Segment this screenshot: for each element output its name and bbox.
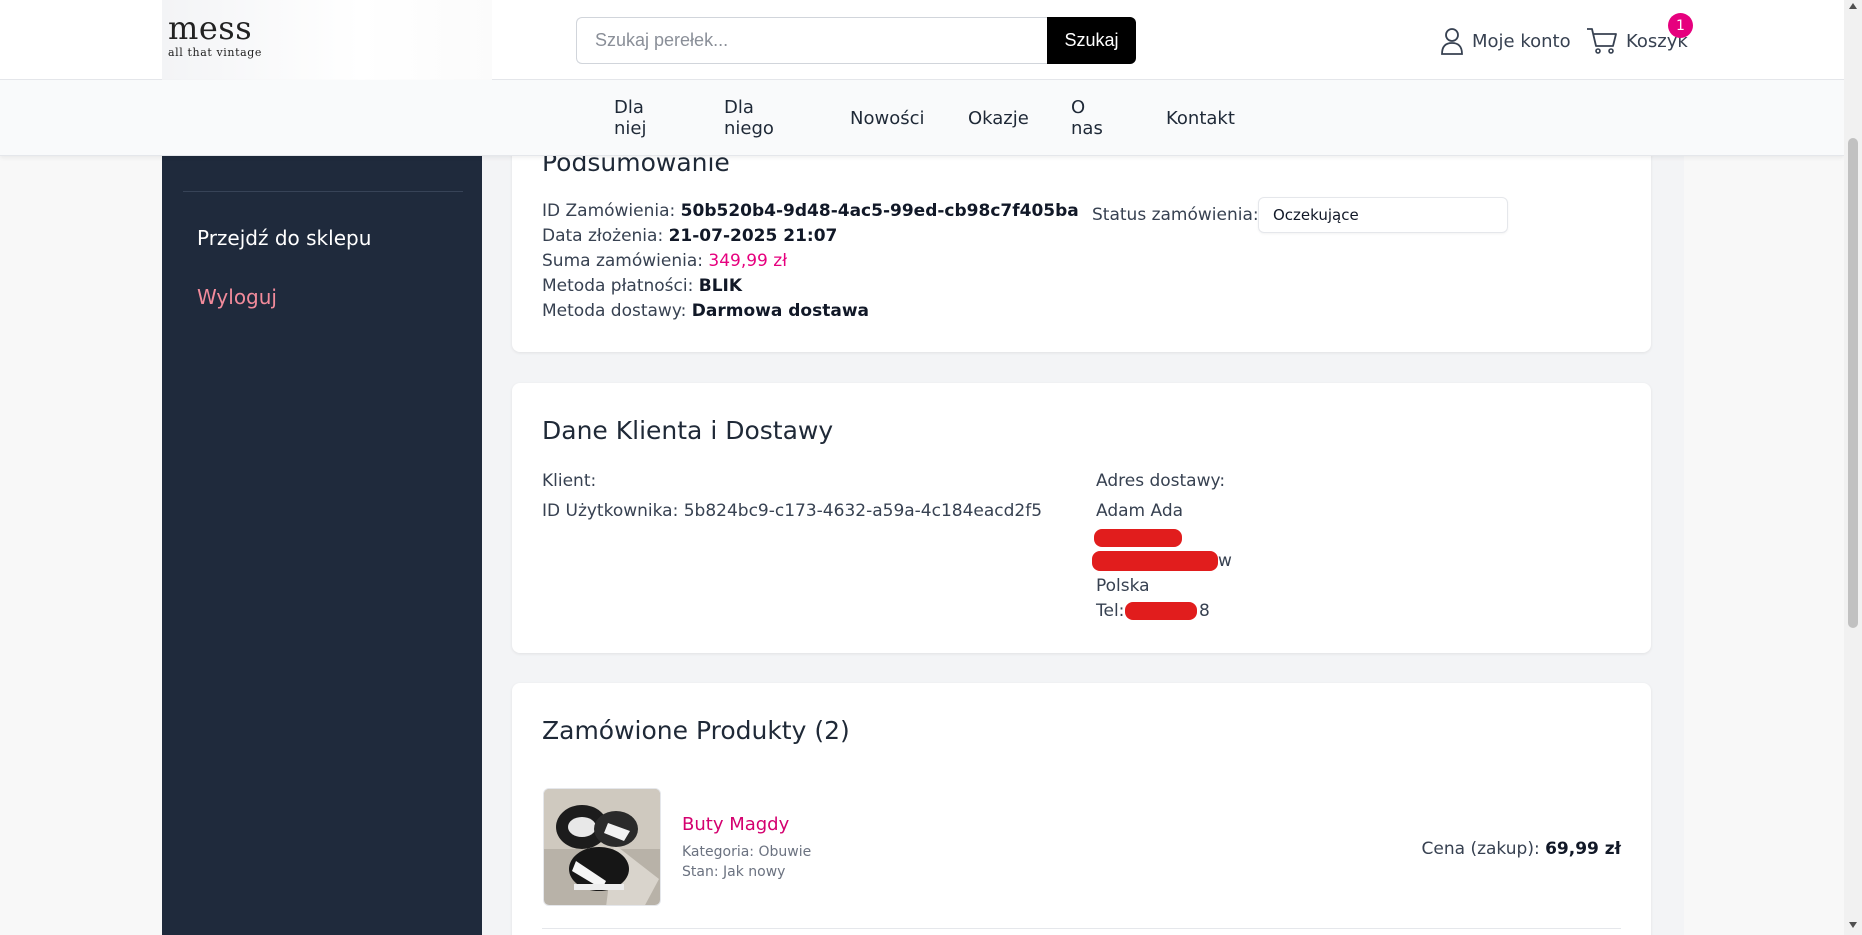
site-logo[interactable]: mess all that vintage	[168, 12, 262, 59]
city-suffix: w	[1218, 551, 1232, 571]
account-link[interactable]: Moje konto	[1440, 26, 1571, 56]
phone-prefix: Tel:	[1096, 601, 1125, 621]
user-icon	[1441, 28, 1463, 55]
scroll-up-arrow-icon[interactable]	[1849, 3, 1857, 9]
sidebar-item-shop[interactable]: Przejdź do sklepu	[197, 226, 371, 250]
redacted-city	[1092, 551, 1218, 571]
user-id-line: ID Użytkownika: 5b824bc9-c173-4632-a59a-…	[542, 501, 1043, 521]
scrollbar-thumb[interactable]	[1848, 138, 1858, 628]
customer-title: Dane Klienta i Dostawy	[542, 416, 834, 445]
delivery-address-label: Adres dostawy:	[1096, 471, 1226, 491]
product-category: Kategoria: Obuwie	[682, 844, 812, 860]
main-navigation: Dla niej Dla niego Nowości Okazje O nas …	[0, 80, 1844, 156]
account-sidebar: ⋯ Przejdź do sklepu Wyloguj	[162, 80, 482, 935]
nav-item-okazje[interactable]: Okazje	[968, 108, 1029, 129]
scroll-down-arrow-icon[interactable]	[1849, 922, 1857, 928]
top-header: mess all that vintage Szukaj Moje konto …	[0, 0, 1844, 80]
logo-wordmark: mess	[168, 9, 253, 47]
product-divider	[542, 928, 1621, 929]
ordered-products-card: Zamówione Produkty (2) Buty Magdy Katego…	[512, 683, 1651, 935]
order-status-label: Status zamówienia:	[1092, 205, 1259, 225]
search-input[interactable]	[576, 17, 1048, 64]
product-condition: Stan: Jak nowy	[682, 864, 786, 880]
shipping-method-value: Darmowa dostawa	[691, 301, 869, 321]
payment-method-value: BLIK	[698, 276, 743, 296]
product-name-link[interactable]: Buty Magdy	[682, 814, 789, 835]
sneakers-photo	[544, 789, 660, 905]
shipping-method-row: Metoda dostawy: Darmowa dostawa	[542, 301, 869, 321]
order-status-select[interactable]: Oczekujące	[1258, 197, 1508, 233]
order-date-value: 21-07-2025 21:07	[668, 226, 838, 246]
order-id-value: 50b520b4-9d48-4ac5-99ed-cb98c7f405ba	[680, 201, 1079, 221]
search-button[interactable]: Szukaj	[1047, 17, 1136, 64]
logo-tagline: all that vintage	[168, 46, 263, 59]
order-id-row: ID Zamówienia: 50b520b4-9d48-4ac5-99ed-c…	[542, 201, 1079, 221]
redacted-street	[1094, 529, 1182, 547]
nav-item-dla-niej[interactable]: Dla niej	[614, 97, 646, 139]
sidebar-item-logout[interactable]: Wyloguj	[197, 285, 277, 309]
cart-count-badge: 1	[1668, 13, 1693, 38]
nav-item-nowosci[interactable]: Nowości	[850, 108, 925, 129]
sidebar-divider	[183, 191, 463, 192]
product-price: Cena (zakup): 69,99 zł	[1421, 839, 1621, 859]
order-total-row: Suma zamówienia: 349,99 zł	[542, 251, 788, 271]
order-total-value: 349,99 zł	[708, 251, 788, 271]
nav-item-kontakt[interactable]: Kontakt	[1166, 108, 1235, 129]
cart-icon	[1587, 28, 1617, 54]
phone-suffix: 8	[1199, 601, 1210, 621]
nav-item-dla-niego[interactable]: Dla niego	[724, 97, 774, 139]
search-bar: Szukaj	[576, 17, 1136, 64]
recipient-name: Adam Ada	[1096, 501, 1184, 521]
product-thumbnail[interactable]	[543, 788, 661, 906]
redacted-phone	[1125, 602, 1197, 620]
account-label: Moje konto	[1472, 30, 1571, 52]
client-label: Klient:	[542, 471, 597, 491]
customer-delivery-card: Dane Klienta i Dostawy Klient: ID Użytko…	[512, 383, 1651, 653]
country: Polska	[1096, 576, 1150, 596]
order-date-row: Data złożenia: 21-07-2025 21:07	[542, 226, 838, 246]
payment-method-row: Metoda płatności: BLIK	[542, 276, 743, 296]
nav-item-o-nas[interactable]: O nas	[1071, 97, 1103, 139]
order-summary-card: Podsumowanie ID Zamówienia: 50b520b4-9d4…	[512, 130, 1651, 352]
products-title: Zamówione Produkty (2)	[542, 716, 850, 745]
page-scrollbar[interactable]	[1844, 0, 1862, 935]
product-price-value: 69,99 zł	[1545, 839, 1621, 859]
